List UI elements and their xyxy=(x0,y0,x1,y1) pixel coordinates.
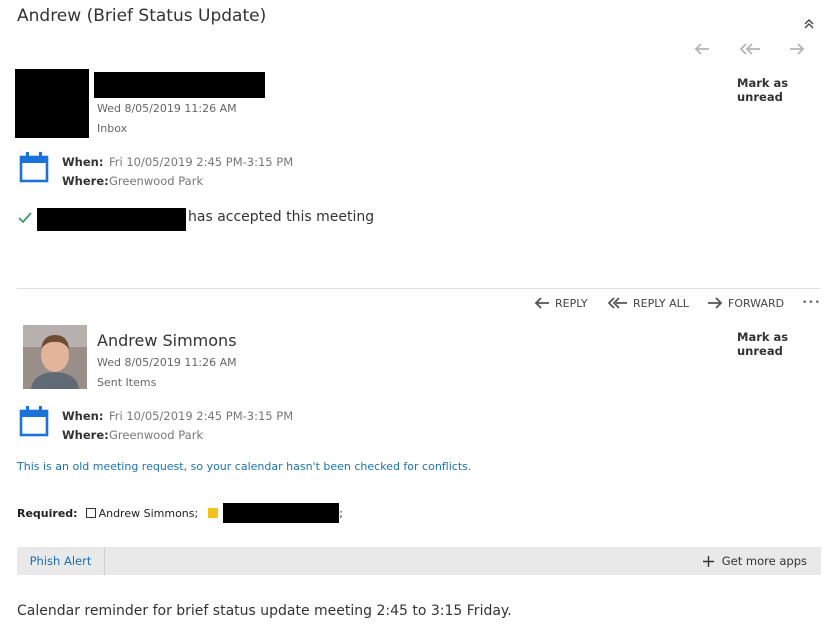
message-divider xyxy=(17,288,821,289)
attendee-status-icon xyxy=(85,508,96,518)
attendee-name[interactable]: Andrew Simmons; xyxy=(99,507,199,520)
more-actions-button[interactable]: ••• xyxy=(802,294,821,312)
sender-name: Andrew Simmons xyxy=(97,331,237,350)
plus-icon xyxy=(702,555,714,567)
double-back-arrow-icon[interactable] xyxy=(738,41,762,57)
phish-alert-button[interactable]: Phish Alert xyxy=(17,547,105,575)
where-value: Greenwood Park xyxy=(109,174,204,188)
accepted-check-icon xyxy=(17,210,33,226)
addin-bar: Phish Alert Get more apps xyxy=(17,547,821,575)
collapse-icon[interactable] xyxy=(802,16,816,30)
where-label: Where: xyxy=(62,174,109,188)
avatar xyxy=(23,325,87,389)
message-date: Wed 8/05/2019 11:26 AM xyxy=(97,102,237,115)
where-value: Greenwood Park xyxy=(109,428,204,442)
message-body: Calendar reminder for brief status updat… xyxy=(17,603,512,619)
get-more-apps-label: Get more apps xyxy=(721,554,807,568)
when-label: When: xyxy=(62,155,104,169)
attendee-status-icon xyxy=(208,508,219,518)
reply-all-label: REPLY ALL xyxy=(633,296,689,310)
calendar-icon xyxy=(19,151,49,183)
mark-as-unread-link[interactable]: Mark as unread xyxy=(737,330,831,358)
attendee-name-redacted xyxy=(37,208,186,231)
message-folder[interactable]: Inbox xyxy=(97,122,127,135)
required-attendees-row: Required: Andrew Simmons; ; xyxy=(17,503,343,523)
reply-label: REPLY xyxy=(555,296,588,310)
attendee-separator: ; xyxy=(339,506,343,520)
accepted-status-text: has accepted this meeting xyxy=(188,209,375,225)
when-value: Fri 10/05/2019 2:45 PM-3:15 PM xyxy=(109,409,294,423)
mark-as-unread-link[interactable]: Mark as unread xyxy=(737,76,831,104)
when-label: When: xyxy=(62,409,104,423)
attendee-name-redacted xyxy=(223,503,340,523)
reply-button[interactable]: REPLY xyxy=(534,294,588,312)
sender-name-redacted xyxy=(94,72,265,98)
calendar-icon xyxy=(19,405,49,437)
message-date: Wed 8/05/2019 11:26 AM xyxy=(97,356,237,369)
forward-arrow-icon[interactable] xyxy=(788,41,806,57)
forward-button[interactable]: FORWARD xyxy=(707,294,784,312)
message-folder[interactable]: Sent Items xyxy=(97,376,156,389)
previous-arrow-icon[interactable] xyxy=(693,41,711,57)
conflict-note: This is an old meeting request, so your … xyxy=(17,460,472,473)
when-value: Fri 10/05/2019 2:45 PM-3:15 PM xyxy=(109,155,294,169)
reply-all-button[interactable]: REPLY ALL xyxy=(608,294,689,312)
forward-label: FORWARD xyxy=(728,296,785,310)
required-label: Required: xyxy=(17,506,78,520)
get-more-apps-button[interactable]: Get more apps xyxy=(702,547,807,575)
sender-avatar-redacted xyxy=(15,69,89,138)
where-label: Where: xyxy=(62,428,109,442)
thread-title: Andrew (Brief Status Update) xyxy=(17,6,267,26)
